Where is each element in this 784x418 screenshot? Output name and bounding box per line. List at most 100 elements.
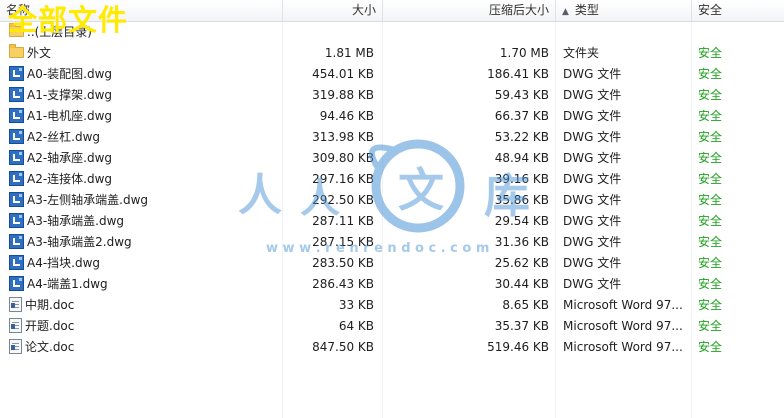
file-safety-status: 安全	[698, 256, 723, 270]
file-safety-status: 安全	[698, 298, 723, 312]
file-name-cell[interactable]: A3-左侧轴承端盖.dwg	[9, 190, 281, 211]
file-row[interactable]: A4-端盖1.dwg 286.43 KB 30.44 KB DWG 文件 安全	[0, 274, 784, 295]
file-name-cell[interactable]: A4-挡块.dwg	[9, 253, 281, 274]
file-name-cell[interactable]: 外文	[9, 43, 281, 64]
file-name-cell[interactable]: A1-电机座.dwg	[9, 106, 281, 127]
file-name-cell[interactable]: ..(上层目录)	[9, 22, 281, 43]
file-name: A2-丝杠.dwg	[27, 130, 101, 144]
file-safety-status: 安全	[698, 235, 723, 249]
file-name: A2-轴承座.dwg	[27, 151, 113, 165]
column-header-bar: 名称 大小 压缩后大小 ▲ 类型 安全	[0, 0, 784, 22]
column-header-size[interactable]: 大小	[283, 0, 383, 21]
file-safety-status: 安全	[698, 151, 723, 165]
file-compressed-size: 8.65 KB	[502, 298, 549, 312]
column-header-type-label: 类型	[574, 3, 599, 17]
folder-icon	[9, 44, 24, 58]
column-header-compressed-size[interactable]: 压缩后大小	[383, 0, 556, 21]
file-name-cell[interactable]: A3-轴承端盖.dwg	[9, 211, 281, 232]
file-name-cell[interactable]: A4-端盖1.dwg	[9, 274, 281, 295]
file-compressed-size: 48.94 KB	[494, 151, 549, 165]
file-size: 287.15 KB	[312, 235, 374, 249]
file-name-cell[interactable]: A2-连接体.dwg	[9, 169, 281, 190]
file-size	[284, 22, 374, 43]
file-compressed-size: 35.86 KB	[494, 193, 549, 207]
file-row[interactable]: A2-丝杠.dwg 313.98 KB 53.22 KB DWG 文件 安全	[0, 127, 784, 148]
file-size: 286.43 KB	[312, 277, 374, 291]
file-name: A3-左侧轴承端盖.dwg	[27, 193, 149, 207]
file-row[interactable]: A3-左侧轴承端盖.dwg 292.50 KB 35.86 KB DWG 文件 安全	[0, 190, 784, 211]
file-row[interactable]: 论文.doc 847.50 KB 519.46 KB Microsoft Word 9…	[0, 337, 784, 358]
file-size: 847.50 KB	[312, 340, 374, 354]
doc-file-icon	[9, 339, 22, 354]
file-name-cell[interactable]: A1-支撑架.dwg	[9, 85, 281, 106]
file-row[interactable]: 外文 1.81 MB 1.70 MB 文件夹 安全	[0, 43, 784, 64]
file-type: DWG 文件	[563, 235, 622, 249]
file-size: 297.16 KB	[312, 172, 374, 186]
file-compressed-size: 35.37 KB	[494, 319, 549, 333]
file-name-cell[interactable]: 论文.doc	[9, 337, 281, 358]
file-safety-status: 安全	[698, 109, 723, 123]
file-type: DWG 文件	[563, 88, 622, 102]
sort-ascending-icon: ▲	[562, 7, 569, 17]
dwg-file-icon	[9, 87, 24, 102]
file-type: DWG 文件	[563, 277, 622, 291]
file-size: 319.88 KB	[312, 88, 374, 102]
file-safety-status: 安全	[698, 214, 723, 228]
file-compressed-size: 25.62 KB	[494, 256, 549, 270]
column-header-name[interactable]: 名称	[0, 0, 283, 21]
file-compressed-size: 1.70 MB	[499, 46, 549, 60]
file-name: A2-连接体.dwg	[27, 172, 113, 186]
file-name-cell[interactable]: 中期.doc	[9, 295, 281, 316]
column-header-type[interactable]: ▲ 类型	[556, 0, 692, 21]
file-compressed-size: 519.46 KB	[487, 340, 549, 354]
file-name: 论文.doc	[25, 340, 75, 354]
file-safety-status: 安全	[698, 193, 723, 207]
doc-file-icon	[9, 318, 22, 333]
file-type	[563, 22, 685, 43]
file-row[interactable]: A1-电机座.dwg 94.46 KB 66.37 KB DWG 文件 安全	[0, 106, 784, 127]
dwg-file-icon	[9, 192, 24, 207]
file-type: Microsoft Word 97...	[563, 340, 683, 354]
dwg-file-icon	[9, 108, 24, 123]
file-name: A1-电机座.dwg	[27, 109, 113, 123]
file-size: 454.01 KB	[312, 67, 374, 81]
file-row[interactable]: ..(上层目录)	[0, 22, 784, 43]
file-safety-status	[698, 22, 778, 43]
file-name-cell[interactable]: A2-轴承座.dwg	[9, 148, 281, 169]
file-name: A3-轴承端盖.dwg	[27, 214, 125, 228]
dwg-file-icon	[9, 150, 24, 165]
file-row[interactable]: A4-挡块.dwg 283.50 KB 25.62 KB DWG 文件 安全	[0, 253, 784, 274]
file-row[interactable]: A3-轴承端盖2.dwg 287.15 KB 31.36 KB DWG 文件 安全	[0, 232, 784, 253]
file-size: 313.98 KB	[312, 130, 374, 144]
file-compressed-size: 29.54 KB	[494, 214, 549, 228]
file-size: 33 KB	[338, 298, 374, 312]
column-header-safety[interactable]: 安全	[692, 0, 784, 21]
file-compressed-size: 59.43 KB	[494, 88, 549, 102]
dwg-file-icon	[9, 66, 24, 81]
file-row[interactable]: A2-连接体.dwg 297.16 KB 39.16 KB DWG 文件 安全	[0, 169, 784, 190]
file-row[interactable]: 开题.doc 64 KB 35.37 KB Microsoft Word 97... 安…	[0, 316, 784, 337]
file-type: DWG 文件	[563, 109, 622, 123]
file-safety-status: 安全	[698, 46, 723, 60]
file-row[interactable]: A2-轴承座.dwg 309.80 KB 48.94 KB DWG 文件 安全	[0, 148, 784, 169]
dwg-file-icon	[9, 255, 24, 270]
file-size: 94.46 KB	[319, 109, 374, 123]
file-type: 文件夹	[563, 46, 600, 60]
column-header-name-label: 名称	[6, 3, 31, 17]
file-name-cell[interactable]: A2-丝杠.dwg	[9, 127, 281, 148]
file-name-cell[interactable]: A3-轴承端盖2.dwg	[9, 232, 281, 253]
dwg-file-icon	[9, 276, 24, 291]
file-row[interactable]: A0-装配图.dwg 454.01 KB 186.41 KB DWG 文件 安全	[0, 64, 784, 85]
file-safety-status: 安全	[698, 277, 723, 291]
file-name: A0-装配图.dwg	[27, 67, 113, 81]
file-name-cell[interactable]: A0-装配图.dwg	[9, 64, 281, 85]
file-size: 287.11 KB	[312, 214, 374, 228]
file-row[interactable]: A1-支撑架.dwg 319.88 KB 59.43 KB DWG 文件 安全	[0, 85, 784, 106]
file-row[interactable]: 中期.doc 33 KB 8.65 KB Microsoft Word 97... 安全	[0, 295, 784, 316]
file-name: ..(上层目录)	[27, 25, 92, 39]
file-compressed-size: 30.44 KB	[494, 277, 549, 291]
file-row[interactable]: A3-轴承端盖.dwg 287.11 KB 29.54 KB DWG 文件 安全	[0, 211, 784, 232]
file-name: A3-轴承端盖2.dwg	[27, 235, 132, 249]
file-size: 64 KB	[338, 319, 374, 333]
file-name-cell[interactable]: 开题.doc	[9, 316, 281, 337]
